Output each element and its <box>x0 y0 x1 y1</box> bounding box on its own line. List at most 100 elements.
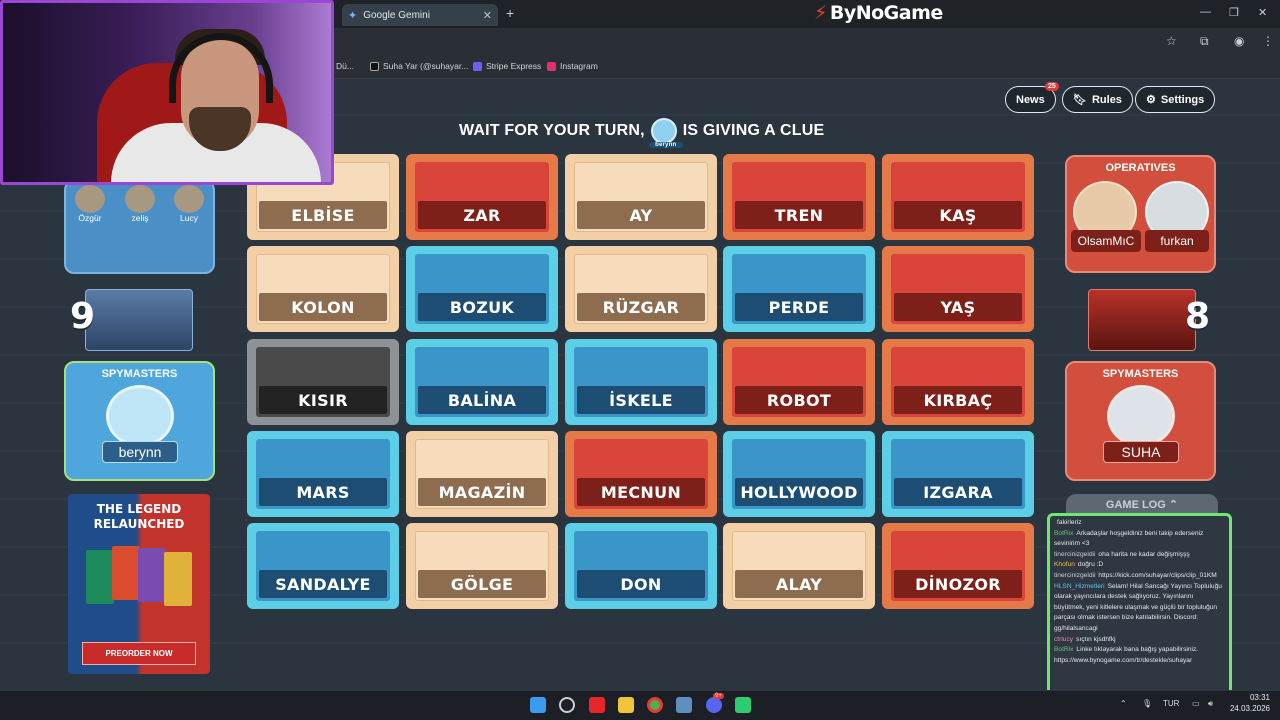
word-card[interactable]: HOLLYWOOD <box>723 431 875 517</box>
bookmark-label: Stripe Express <box>486 61 542 71</box>
tab-google-gemini[interactable]: ✦ Google Gemini ✕ <box>342 4 498 26</box>
bookmark-suha-yar[interactable]: Suha Yar (@suhayar... <box>370 61 468 71</box>
news-badge: 25 <box>1044 82 1059 91</box>
news-button[interactable]: News 25 <box>1005 82 1059 113</box>
chat-text: Linke tıklayarak bana bağış yapabilirsin… <box>1054 646 1199 664</box>
chat-username[interactable]: ctrlucy <box>1054 636 1073 643</box>
word-card[interactable]: KAŞ <box>882 154 1034 240</box>
blue-operatives-panel: Özgür zeliş Lucy <box>64 180 215 274</box>
folder-icon[interactable] <box>618 697 634 713</box>
tab-close-icon[interactable]: ✕ <box>483 9 492 22</box>
word-card[interactable]: IZGARA <box>882 431 1034 517</box>
profile-icon[interactable]: ◉ <box>1234 34 1244 48</box>
blue-spymasters-panel: SPYMASTERS berynn <box>64 361 215 481</box>
system-clock[interactable]: 03:31 24.03.2026 <box>1230 692 1270 714</box>
game-box <box>164 552 192 606</box>
windows-start-icon[interactable] <box>530 697 546 713</box>
discord-icon[interactable] <box>706 697 722 713</box>
chat-text: oha harita ne kadar değişmişşş <box>1098 550 1190 558</box>
chat-text: doğru :D <box>1077 561 1104 569</box>
word-card[interactable]: BALİNA <box>406 339 558 425</box>
chat-username[interactable]: Khofun <box>1054 561 1075 568</box>
card-word: GÖLGE <box>418 570 546 598</box>
chat-username[interactable]: HLSN_Hizmetleri <box>1054 583 1105 590</box>
minimize-icon[interactable]: — <box>1200 6 1211 18</box>
card-word: IZGARA <box>894 478 1022 506</box>
chat-message: BotRix Arkadaşlar hoşgeldiniz beni takip … <box>1054 529 1225 550</box>
operative-zelis[interactable]: zeliş <box>120 185 160 223</box>
new-tab-button[interactable]: + <box>506 5 514 21</box>
promo-banner[interactable]: THE LEGEND RELAUNCHED PREORDER NOW <box>68 494 210 674</box>
word-card[interactable]: YAŞ <box>882 246 1034 332</box>
network-icon[interactable]: ▭ <box>1192 699 1200 708</box>
chat-username[interactable]: tinercinizgeldii <box>1054 551 1095 558</box>
menu-icon[interactable]: ⋮ <box>1262 34 1274 48</box>
game-log-title: GAME LOG <box>1105 499 1166 511</box>
card-word: DİNOZOR <box>894 570 1022 598</box>
word-card[interactable]: AY <box>565 154 717 240</box>
chevron-up-icon[interactable]: ⌃ <box>1120 699 1127 708</box>
operative-lucy[interactable]: Lucy <box>169 185 209 223</box>
youtube-icon[interactable] <box>589 697 605 713</box>
star-icon[interactable]: ☆ <box>1166 34 1177 48</box>
bookmark-instagram[interactable]: Instagram <box>547 61 598 71</box>
chat-message: fakirleriz <box>1054 518 1225 529</box>
chat-username[interactable]: BotRix <box>1054 646 1073 653</box>
settings-label: Settings <box>1160 93 1205 106</box>
close-window-icon[interactable]: ✕ <box>1258 6 1267 19</box>
bookmark-icon: 🔖︎ <box>1073 94 1087 106</box>
word-card[interactable]: TREN <box>723 154 875 240</box>
word-card[interactable]: ALAY <box>723 523 875 609</box>
word-card[interactable]: RÜZGAR <box>565 246 717 332</box>
preorder-button[interactable]: PREORDER NOW <box>82 642 196 665</box>
red-remaining-count: 8 <box>1185 296 1211 337</box>
bolt-icon: ⚡ <box>814 2 827 24</box>
app-icon[interactable] <box>676 697 692 713</box>
chat-username[interactable]: BotRix <box>1054 530 1073 537</box>
red-operatives-panel: OPERATIVES OlsamMıC furkan <box>1065 155 1216 273</box>
card-word: KAŞ <box>894 201 1022 229</box>
word-card[interactable]: GÖLGE <box>406 523 558 609</box>
language-indicator[interactable]: TUR <box>1163 699 1179 708</box>
operative-ozgur[interactable]: Özgür <box>70 185 110 223</box>
rules-button[interactable]: 🔖︎ Rules <box>1062 86 1133 113</box>
word-card[interactable]: İSKELE <box>565 339 717 425</box>
maximize-icon[interactable]: ❐ <box>1229 6 1239 19</box>
gear-icon: ⚙ <box>1146 94 1156 106</box>
card-word: ROBOT <box>735 386 863 414</box>
word-card[interactable]: SANDALYE <box>247 523 399 609</box>
speedometer-icon[interactable] <box>559 697 575 713</box>
word-card[interactable]: KOLON <box>247 246 399 332</box>
microphone-icon[interactable]: 🎙︎ <box>1142 699 1152 708</box>
card-word: YAŞ <box>894 293 1022 321</box>
card-word: AY <box>577 201 705 229</box>
card-word: BOZUK <box>418 293 546 321</box>
extensions-icon[interactable]: ⧉ <box>1200 34 1209 49</box>
word-card[interactable]: MECNUN <box>565 431 717 517</box>
bookmark-label: Dü... <box>336 61 354 71</box>
word-card[interactable]: MAGAZİN <box>406 431 558 517</box>
operative-name[interactable]: furkan <box>1145 230 1209 252</box>
word-card[interactable]: KIRBAÇ <box>882 339 1034 425</box>
card-word: KIRBAÇ <box>894 386 1022 414</box>
chrome-icon[interactable] <box>647 697 663 713</box>
word-card[interactable]: DON <box>565 523 717 609</box>
card-word: TREN <box>735 201 863 229</box>
chat-message: BotRix Linke tıklayarak bana bağış yapabi… <box>1054 645 1225 666</box>
word-card[interactable]: MARS <box>247 431 399 517</box>
operative-name[interactable]: OlsamMıC <box>1071 230 1141 252</box>
card-word: İSKELE <box>577 386 705 414</box>
bookmark-stripe[interactable]: Stripe Express <box>473 61 541 71</box>
chat-username[interactable]: tinercinizgeldii <box>1054 572 1095 579</box>
word-card[interactable]: ZAR <box>406 154 558 240</box>
settings-button[interactable]: ⚙ Settings <box>1135 86 1216 113</box>
volume-icon[interactable]: 🔊︎ <box>1208 699 1213 709</box>
word-card[interactable]: ROBOT <box>723 339 875 425</box>
bookmark-1[interactable]: Dü... <box>336 61 354 71</box>
chat-message: ctrlucy sıçtın kjsdhfkj <box>1054 635 1225 646</box>
word-card[interactable]: DİNOZOR <box>882 523 1034 609</box>
app-icon-green[interactable] <box>735 697 751 713</box>
word-card[interactable]: BOZUK <box>406 246 558 332</box>
word-card[interactable]: KISIR <box>247 339 399 425</box>
word-card[interactable]: PERDE <box>723 246 875 332</box>
